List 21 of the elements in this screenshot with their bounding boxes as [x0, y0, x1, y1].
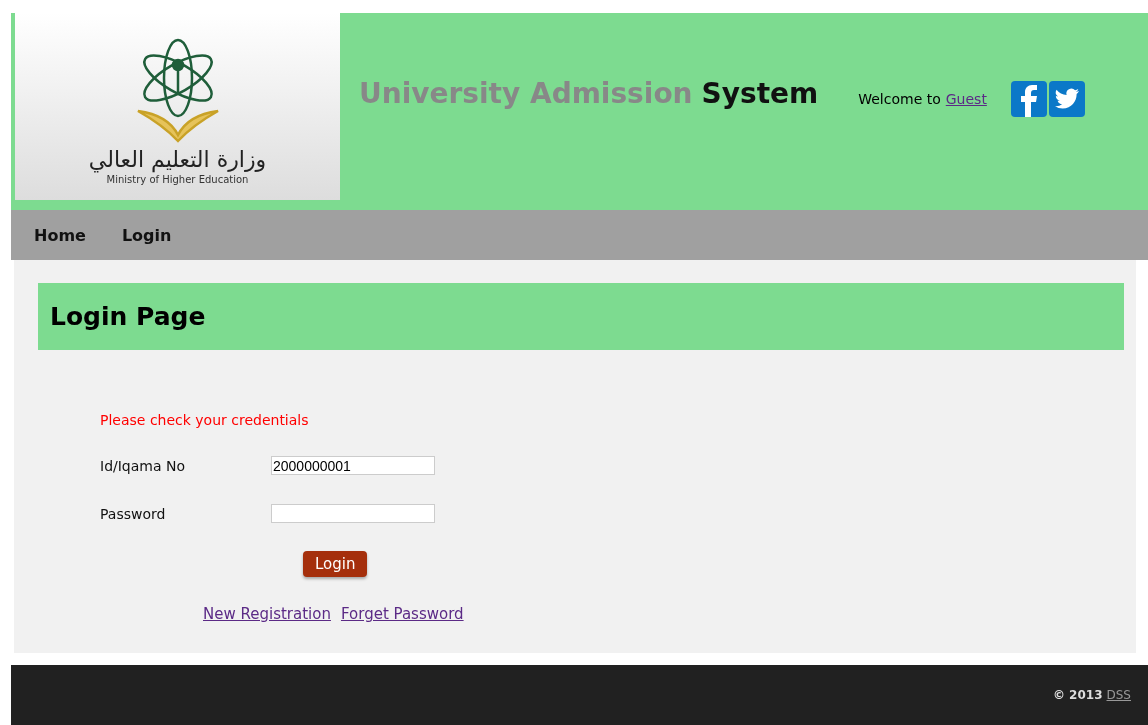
- footer-link[interactable]: DSS: [1106, 688, 1131, 702]
- error-message: Please check your credentials: [100, 412, 310, 428]
- copyright-text: © 2013: [1052, 688, 1103, 702]
- field-label: Id/Iqama No: [100, 457, 187, 474]
- nav-link[interactable]: Login: [121, 225, 172, 245]
- ministry-english-name: Ministry of Higher Education: [106, 174, 249, 185]
- form-link[interactable]: New Registration: [203, 605, 331, 623]
- welcome-text: Welcome to: [858, 91, 941, 107]
- twitter-icon[interactable]: [1048, 81, 1085, 117]
- nav-link[interactable]: Home: [34, 225, 86, 245]
- input-field[interactable]: 2000000001: [271, 456, 435, 475]
- guest-link[interactable]: Guest: [945, 91, 987, 107]
- login-button[interactable]: Login: [303, 551, 368, 577]
- site-title-emphasis: System: [701, 77, 819, 110]
- facebook-icon[interactable]: [1010, 81, 1047, 117]
- field-label: Password: [100, 505, 167, 522]
- input-field[interactable]: [271, 504, 435, 523]
- page-heading: Login Page: [50, 302, 206, 331]
- ministry-arabic-name: وزارة التعليم العالي: [88, 147, 267, 172]
- site-title: University Admission: [359, 77, 693, 110]
- form-link[interactable]: Forget Password: [340, 605, 464, 623]
